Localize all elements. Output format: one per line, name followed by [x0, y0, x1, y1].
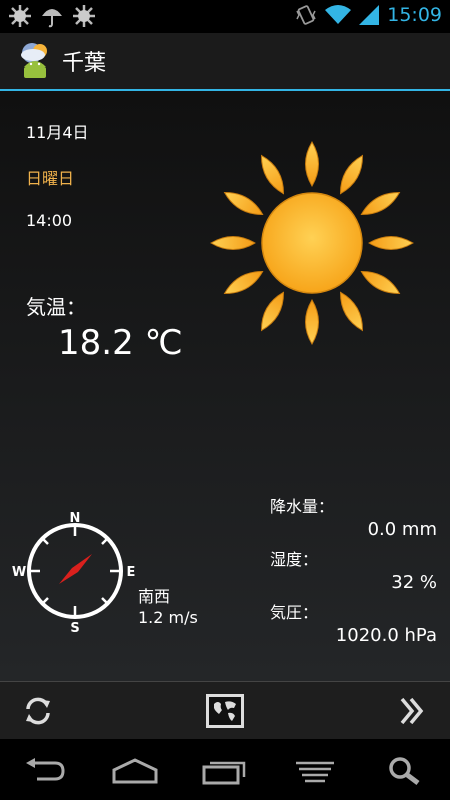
sun-ray [360, 270, 401, 295]
sun-ray [360, 191, 401, 216]
date-text: 11月4日 [26, 123, 89, 142]
weekday-text: 日曜日 [26, 169, 75, 188]
wind-speed: 1.2 m/s [138, 608, 198, 627]
sun-ray [223, 270, 264, 295]
temperature-value: 18.2 ℃ [58, 323, 183, 363]
humidity-value: 32 % [391, 572, 437, 593]
weather-content: 11月4日 日曜日 14:00 気温： 18.2 ℃ N S W E 南西 1.… [0, 91, 450, 681]
sun-ray [339, 154, 364, 195]
status-bar: 15:09 [0, 0, 450, 33]
navigation-bar [0, 739, 450, 800]
weather-android-icon[interactable] [18, 41, 52, 81]
home-button[interactable] [105, 751, 165, 791]
page-title: 千葉 [62, 51, 107, 76]
compass-south: S [70, 621, 79, 634]
sun-ray [260, 154, 285, 195]
temperature-label: 気温： [26, 295, 86, 319]
next-icon [400, 697, 424, 725]
notification-icons [8, 4, 96, 28]
recent-apps-button[interactable] [195, 751, 255, 791]
pressure-label: 気圧： [270, 603, 319, 622]
sun-ray [210, 236, 256, 250]
sun-ray [305, 299, 319, 345]
pressure-value: 1020.0 hPa [335, 625, 437, 646]
home-icon [112, 758, 158, 784]
sun-ray [305, 141, 319, 187]
vibrate-icon [296, 5, 316, 25]
menu-button[interactable] [285, 751, 345, 791]
refresh-icon [26, 697, 50, 725]
sun-ray [368, 236, 414, 250]
sun-ray [260, 291, 285, 332]
precipitation-value: 0.0 mm [367, 519, 437, 540]
back-icon [26, 758, 65, 781]
status-time: 15:09 [387, 4, 442, 26]
sun-notification-icon [9, 5, 31, 27]
recent-apps-icon [202, 761, 246, 785]
back-button[interactable] [15, 751, 75, 791]
compass-north: N [70, 511, 81, 526]
time-text: 14:00 [26, 211, 73, 230]
map-icon [206, 694, 244, 728]
humidity-label: 湿度： [270, 550, 319, 569]
precipitation-label: 降水量： [270, 497, 335, 516]
sun-notification-icon [73, 5, 95, 27]
system-icons: 15:09 [295, 4, 442, 26]
menu-icon [296, 761, 334, 783]
search-button[interactable] [375, 751, 435, 791]
sun-ray [223, 191, 264, 216]
signal-icon [359, 5, 380, 25]
sunny-icon [210, 141, 414, 345]
next-button[interactable] [390, 690, 434, 732]
wifi-icon [325, 5, 352, 24]
bottom-toolbar [0, 681, 450, 740]
action-bar: 千葉 [0, 33, 450, 91]
map-button[interactable] [203, 690, 247, 732]
sun-ray [339, 291, 364, 332]
compass-west: W [12, 565, 26, 580]
umbrella-notification-icon [42, 9, 62, 28]
wind-compass: N S W E [12, 511, 136, 634]
wind-direction: 南西 [138, 587, 171, 606]
compass-east: E [127, 565, 136, 580]
wind-needle [59, 554, 92, 584]
refresh-button[interactable] [16, 690, 60, 732]
search-icon [389, 757, 420, 785]
